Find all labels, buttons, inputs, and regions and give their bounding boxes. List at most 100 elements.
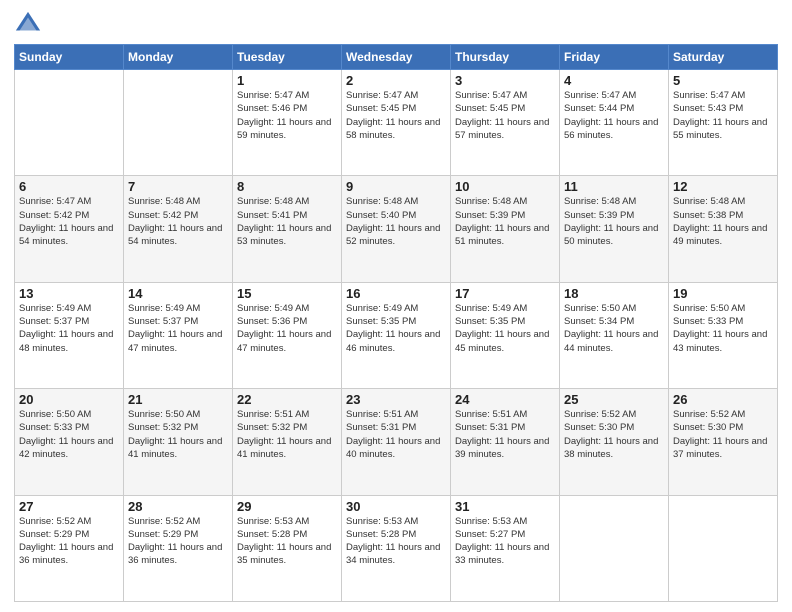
day-header-friday: Friday [560,45,669,70]
calendar-cell: 9Sunrise: 5:48 AM Sunset: 5:40 PM Daylig… [342,176,451,282]
day-number: 15 [237,286,337,301]
calendar-cell: 21Sunrise: 5:50 AM Sunset: 5:32 PM Dayli… [124,389,233,495]
day-number: 6 [19,179,119,194]
day-number: 9 [346,179,446,194]
calendar-cell: 8Sunrise: 5:48 AM Sunset: 5:41 PM Daylig… [233,176,342,282]
day-number: 24 [455,392,555,407]
day-number: 3 [455,73,555,88]
calendar-cell [124,70,233,176]
day-header-monday: Monday [124,45,233,70]
cell-info: Sunrise: 5:49 AM Sunset: 5:35 PM Dayligh… [455,302,555,355]
calendar-cell: 5Sunrise: 5:47 AM Sunset: 5:43 PM Daylig… [669,70,778,176]
logo-icon [14,10,42,38]
cell-info: Sunrise: 5:49 AM Sunset: 5:37 PM Dayligh… [19,302,119,355]
calendar-cell: 6Sunrise: 5:47 AM Sunset: 5:42 PM Daylig… [15,176,124,282]
calendar-cell: 15Sunrise: 5:49 AM Sunset: 5:36 PM Dayli… [233,282,342,388]
calendar-cell: 19Sunrise: 5:50 AM Sunset: 5:33 PM Dayli… [669,282,778,388]
calendar-cell: 14Sunrise: 5:49 AM Sunset: 5:37 PM Dayli… [124,282,233,388]
cell-info: Sunrise: 5:48 AM Sunset: 5:39 PM Dayligh… [455,195,555,248]
cell-info: Sunrise: 5:49 AM Sunset: 5:36 PM Dayligh… [237,302,337,355]
calendar-cell [669,495,778,601]
calendar-cell: 3Sunrise: 5:47 AM Sunset: 5:45 PM Daylig… [451,70,560,176]
calendar-cell: 7Sunrise: 5:48 AM Sunset: 5:42 PM Daylig… [124,176,233,282]
cell-info: Sunrise: 5:48 AM Sunset: 5:40 PM Dayligh… [346,195,446,248]
day-number: 10 [455,179,555,194]
calendar-week-5: 27Sunrise: 5:52 AM Sunset: 5:29 PM Dayli… [15,495,778,601]
day-number: 11 [564,179,664,194]
day-number: 25 [564,392,664,407]
calendar-cell [15,70,124,176]
cell-info: Sunrise: 5:50 AM Sunset: 5:32 PM Dayligh… [128,408,228,461]
calendar-week-3: 13Sunrise: 5:49 AM Sunset: 5:37 PM Dayli… [15,282,778,388]
calendar-cell: 12Sunrise: 5:48 AM Sunset: 5:38 PM Dayli… [669,176,778,282]
cell-info: Sunrise: 5:49 AM Sunset: 5:35 PM Dayligh… [346,302,446,355]
calendar-cell: 28Sunrise: 5:52 AM Sunset: 5:29 PM Dayli… [124,495,233,601]
day-header-saturday: Saturday [669,45,778,70]
day-number: 5 [673,73,773,88]
cell-info: Sunrise: 5:48 AM Sunset: 5:39 PM Dayligh… [564,195,664,248]
cell-info: Sunrise: 5:49 AM Sunset: 5:37 PM Dayligh… [128,302,228,355]
calendar-cell: 23Sunrise: 5:51 AM Sunset: 5:31 PM Dayli… [342,389,451,495]
day-header-thursday: Thursday [451,45,560,70]
cell-info: Sunrise: 5:47 AM Sunset: 5:45 PM Dayligh… [455,89,555,142]
calendar-cell: 30Sunrise: 5:53 AM Sunset: 5:28 PM Dayli… [342,495,451,601]
cell-info: Sunrise: 5:48 AM Sunset: 5:41 PM Dayligh… [237,195,337,248]
calendar-cell: 26Sunrise: 5:52 AM Sunset: 5:30 PM Dayli… [669,389,778,495]
cell-info: Sunrise: 5:52 AM Sunset: 5:30 PM Dayligh… [564,408,664,461]
page-header [14,10,778,38]
day-number: 21 [128,392,228,407]
cell-info: Sunrise: 5:53 AM Sunset: 5:27 PM Dayligh… [455,515,555,568]
day-number: 30 [346,499,446,514]
calendar-table: SundayMondayTuesdayWednesdayThursdayFrid… [14,44,778,602]
cell-info: Sunrise: 5:51 AM Sunset: 5:31 PM Dayligh… [455,408,555,461]
cell-info: Sunrise: 5:47 AM Sunset: 5:43 PM Dayligh… [673,89,773,142]
day-number: 14 [128,286,228,301]
calendar-header-row: SundayMondayTuesdayWednesdayThursdayFrid… [15,45,778,70]
calendar-page: SundayMondayTuesdayWednesdayThursdayFrid… [0,0,792,612]
day-number: 31 [455,499,555,514]
day-number: 7 [128,179,228,194]
cell-info: Sunrise: 5:52 AM Sunset: 5:29 PM Dayligh… [128,515,228,568]
cell-info: Sunrise: 5:47 AM Sunset: 5:46 PM Dayligh… [237,89,337,142]
calendar-cell: 25Sunrise: 5:52 AM Sunset: 5:30 PM Dayli… [560,389,669,495]
calendar-cell: 10Sunrise: 5:48 AM Sunset: 5:39 PM Dayli… [451,176,560,282]
logo [14,10,46,38]
cell-info: Sunrise: 5:51 AM Sunset: 5:31 PM Dayligh… [346,408,446,461]
day-number: 2 [346,73,446,88]
day-number: 12 [673,179,773,194]
cell-info: Sunrise: 5:47 AM Sunset: 5:44 PM Dayligh… [564,89,664,142]
calendar-cell: 27Sunrise: 5:52 AM Sunset: 5:29 PM Dayli… [15,495,124,601]
calendar-cell: 18Sunrise: 5:50 AM Sunset: 5:34 PM Dayli… [560,282,669,388]
calendar-cell: 31Sunrise: 5:53 AM Sunset: 5:27 PM Dayli… [451,495,560,601]
calendar-cell: 13Sunrise: 5:49 AM Sunset: 5:37 PM Dayli… [15,282,124,388]
calendar-cell: 20Sunrise: 5:50 AM Sunset: 5:33 PM Dayli… [15,389,124,495]
calendar-cell: 22Sunrise: 5:51 AM Sunset: 5:32 PM Dayli… [233,389,342,495]
day-number: 16 [346,286,446,301]
calendar-week-4: 20Sunrise: 5:50 AM Sunset: 5:33 PM Dayli… [15,389,778,495]
calendar-cell: 29Sunrise: 5:53 AM Sunset: 5:28 PM Dayli… [233,495,342,601]
day-number: 27 [19,499,119,514]
cell-info: Sunrise: 5:47 AM Sunset: 5:45 PM Dayligh… [346,89,446,142]
day-number: 17 [455,286,555,301]
day-number: 18 [564,286,664,301]
day-number: 23 [346,392,446,407]
calendar-cell: 2Sunrise: 5:47 AM Sunset: 5:45 PM Daylig… [342,70,451,176]
calendar-cell: 11Sunrise: 5:48 AM Sunset: 5:39 PM Dayli… [560,176,669,282]
day-number: 13 [19,286,119,301]
cell-info: Sunrise: 5:48 AM Sunset: 5:42 PM Dayligh… [128,195,228,248]
cell-info: Sunrise: 5:48 AM Sunset: 5:38 PM Dayligh… [673,195,773,248]
calendar-week-1: 1Sunrise: 5:47 AM Sunset: 5:46 PM Daylig… [15,70,778,176]
cell-info: Sunrise: 5:53 AM Sunset: 5:28 PM Dayligh… [237,515,337,568]
cell-info: Sunrise: 5:53 AM Sunset: 5:28 PM Dayligh… [346,515,446,568]
day-number: 22 [237,392,337,407]
cell-info: Sunrise: 5:52 AM Sunset: 5:29 PM Dayligh… [19,515,119,568]
calendar-cell: 4Sunrise: 5:47 AM Sunset: 5:44 PM Daylig… [560,70,669,176]
day-number: 29 [237,499,337,514]
cell-info: Sunrise: 5:52 AM Sunset: 5:30 PM Dayligh… [673,408,773,461]
calendar-cell: 16Sunrise: 5:49 AM Sunset: 5:35 PM Dayli… [342,282,451,388]
calendar-cell [560,495,669,601]
calendar-cell: 1Sunrise: 5:47 AM Sunset: 5:46 PM Daylig… [233,70,342,176]
cell-info: Sunrise: 5:51 AM Sunset: 5:32 PM Dayligh… [237,408,337,461]
calendar-cell: 17Sunrise: 5:49 AM Sunset: 5:35 PM Dayli… [451,282,560,388]
day-number: 8 [237,179,337,194]
